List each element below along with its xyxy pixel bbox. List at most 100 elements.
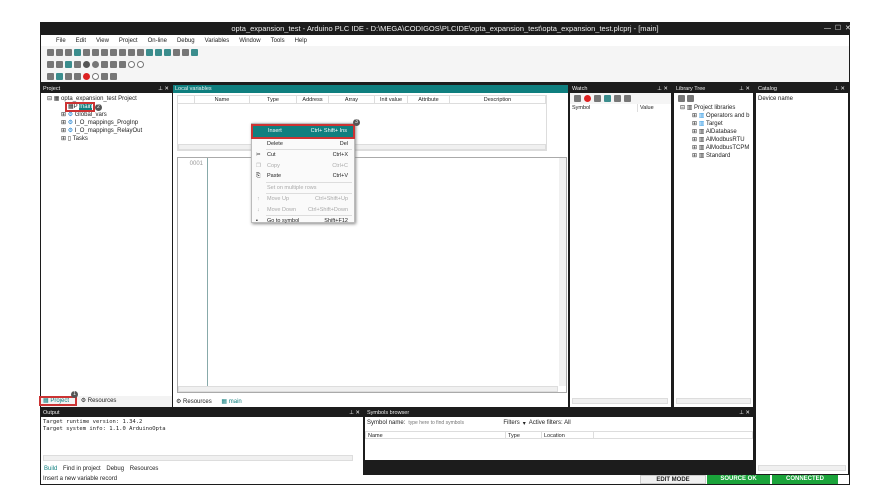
add-icon[interactable]	[594, 95, 601, 102]
window-icon[interactable]	[604, 95, 611, 102]
circle-icon[interactable]	[137, 61, 144, 68]
download-icon[interactable]	[56, 61, 63, 68]
connect-icon[interactable]	[65, 61, 72, 68]
layout-icon[interactable]	[191, 49, 198, 56]
pin-close-icons[interactable]: ⊥ ✕	[834, 85, 845, 93]
grid-icon[interactable]	[119, 61, 126, 68]
undo-icon[interactable]	[74, 49, 81, 56]
debug-icon[interactable]	[74, 61, 81, 68]
col-address[interactable]: Address	[297, 96, 329, 103]
col-array[interactable]: Array	[329, 96, 375, 103]
menu-item-delete[interactable]: DeleteDel	[252, 139, 354, 150]
view-icon[interactable]	[146, 49, 153, 56]
window-icon[interactable]	[173, 49, 180, 56]
tab-find-in-project[interactable]: Find in project	[63, 466, 101, 472]
remove-icon[interactable]	[584, 95, 591, 102]
menu-online[interactable]: On-line	[143, 38, 172, 44]
tab-main[interactable]: ▦ main	[221, 399, 245, 405]
tree-item[interactable]: ⊞ ▥ AlDatabase	[680, 128, 753, 136]
tree-item[interactable]: ⊞ ▥ Operators and b	[680, 112, 753, 120]
table-hscrollbar[interactable]	[178, 144, 546, 150]
cut-icon[interactable]	[92, 49, 99, 56]
pin-close-icons[interactable]: ⊥ ✕	[739, 409, 750, 417]
menu-item-go-to-symbol[interactable]: ▪Go to symbolShift+F12	[252, 216, 354, 227]
menu-variables[interactable]: Variables	[200, 38, 235, 44]
tree-item[interactable]: ⊞ ▥ Target	[680, 120, 753, 128]
menu-item-paste[interactable]: ⎘PasteCtrl+V	[252, 171, 354, 182]
tab-resources[interactable]: Resources	[130, 466, 159, 472]
pin-close-icons[interactable]: ⊥ ✕	[349, 409, 360, 417]
tree-item[interactable]: ⊞ ▯ Tasks	[47, 135, 172, 143]
tree-item-main[interactable]: ▦P main 2	[47, 103, 172, 111]
grid-icon[interactable]	[110, 61, 117, 68]
stop-icon[interactable]	[92, 73, 99, 80]
col-type[interactable]: Type	[506, 432, 542, 438]
library-scrollbar[interactable]	[676, 398, 751, 404]
find-icon[interactable]	[119, 49, 126, 56]
menu-window[interactable]: Window	[234, 38, 265, 44]
tree-item[interactable]: ⊞ ⚙ I_O_mappings_ProgInp	[47, 119, 172, 127]
tab-build[interactable]: Build	[44, 466, 57, 472]
window-icon[interactable]	[624, 95, 631, 102]
breakpoint-icon[interactable]	[92, 61, 99, 68]
menu-tools[interactable]: Tools	[266, 38, 290, 44]
grid-icon[interactable]	[574, 95, 581, 102]
col-attribute[interactable]: Attribute	[408, 96, 450, 103]
redo-icon[interactable]	[83, 49, 90, 56]
compile-icon[interactable]	[47, 61, 54, 68]
refresh-icon[interactable]	[56, 73, 63, 80]
open-icon[interactable]	[56, 49, 63, 56]
menu-help[interactable]: Help	[290, 38, 312, 44]
replace-icon[interactable]	[128, 49, 135, 56]
tab-debug[interactable]: Debug	[106, 466, 124, 472]
menu-item-move-down[interactable]: ↓Move DownCtrl+Shift+Down	[252, 205, 354, 216]
view-icon[interactable]	[164, 49, 171, 56]
catalog-scrollbar[interactable]	[758, 465, 846, 471]
col-description[interactable]: Description	[450, 96, 546, 103]
tab-project[interactable]: ▦ Project	[41, 398, 75, 404]
list-icon[interactable]	[74, 73, 81, 80]
menu-project[interactable]: Project	[114, 38, 143, 44]
symbol-search-input[interactable]	[408, 419, 500, 428]
tab-resources[interactable]: ⚙ Resources	[176, 399, 216, 405]
tree-item[interactable]: ⊞ ▥ AlModbusRTU	[680, 136, 753, 144]
output-scrollbar[interactable]	[43, 455, 353, 461]
tree-item[interactable]: ⊞ ⚙ I_O_mappings_RelayOut	[47, 127, 172, 135]
editor-vscrollbar[interactable]	[559, 158, 566, 386]
col-init-value[interactable]: Init value	[375, 96, 408, 103]
col-symbol[interactable]: Symbol	[570, 104, 638, 112]
menu-item-cut[interactable]: ✂CutCtrl+X	[252, 150, 354, 161]
paste-icon[interactable]	[110, 49, 117, 56]
tree-item[interactable]: ⊞ ⚙ Global_vars	[47, 111, 172, 119]
watch-scrollbar[interactable]	[572, 398, 668, 404]
col-name[interactable]: Name	[366, 432, 506, 438]
flash-icon[interactable]	[101, 61, 108, 68]
code-editor[interactable]: 0001	[177, 157, 567, 393]
pin-close-icons[interactable]: ⊥ ✕	[657, 85, 668, 93]
tree-item[interactable]: ⊞ ▥ Standard	[680, 152, 753, 160]
print-icon[interactable]	[137, 49, 144, 56]
tab-resources[interactable]: ⚙ Resources	[81, 398, 121, 404]
window-controls[interactable]: — ☐ ✕	[824, 22, 851, 35]
view-icon[interactable]	[155, 49, 162, 56]
step-icon[interactable]	[110, 73, 117, 80]
record-icon[interactable]	[83, 73, 90, 80]
play-icon[interactable]	[101, 73, 108, 80]
new-icon[interactable]	[47, 49, 54, 56]
menu-item-set-multiple[interactable]: Set on multiple rows	[252, 183, 354, 194]
library-icon[interactable]	[687, 95, 694, 102]
copy-icon[interactable]	[101, 49, 108, 56]
pin-close-icons[interactable]: ⊥ ✕	[158, 85, 169, 93]
menu-item-move-up[interactable]: ↑Move UpCtrl+Shift+Up	[252, 194, 354, 205]
window-icon[interactable]	[614, 95, 621, 102]
tree-icon[interactable]	[47, 73, 54, 80]
circle-icon[interactable]	[128, 61, 135, 68]
library-icon[interactable]	[678, 95, 685, 102]
col-name[interactable]: Name	[195, 96, 250, 103]
tree-root[interactable]: ⊟ ▦ opta_expansion_test Project	[47, 95, 172, 103]
grid-icon[interactable]	[65, 73, 72, 80]
menu-edit[interactable]: Edit	[71, 38, 91, 44]
menu-item-insert[interactable]: InsertCtrl+ Shift+ Ins	[253, 126, 353, 137]
col-location[interactable]: Location	[542, 432, 594, 438]
tree-item[interactable]: ⊞ ▥ AlModbusTCPM	[680, 144, 753, 152]
